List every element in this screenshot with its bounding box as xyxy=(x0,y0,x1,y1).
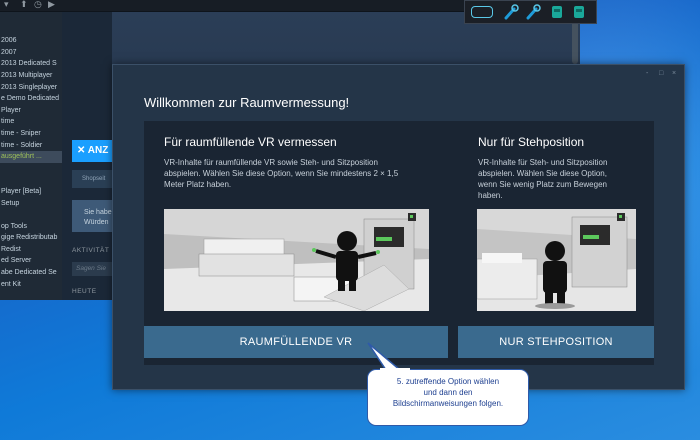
description-line: wenn Sie wenig Platz zum Bewegen xyxy=(478,180,607,189)
dialog-title: Willkommen zur Raumvermessung! xyxy=(144,95,350,110)
game-list-item[interactable]: abe Dedicated Se xyxy=(0,267,62,279)
game-list-item[interactable]: time - Sniper xyxy=(0,128,62,140)
tooltip-line: und dann den xyxy=(423,388,473,397)
play-icon[interactable]: ▶ xyxy=(48,0,55,10)
room-scale-button[interactable]: RAUMFÜLLENDE VR xyxy=(144,326,448,358)
game-list-item[interactable]: ed Server xyxy=(0,255,62,267)
install-button[interactable]: ✕ ANZ xyxy=(72,140,114,162)
minimize-button[interactable]: - xyxy=(646,70,648,77)
room-setup-dialog: - □ × Willkommen zur Raumvermessung! Für… xyxy=(112,64,685,390)
game-list-item-selected[interactable]: ausgeführt ... xyxy=(0,151,62,163)
hint-box: Sie habe Würden xyxy=(72,200,112,232)
game-list-item[interactable]: 2007 xyxy=(0,47,62,59)
game-list-item[interactable]: 2013 Multiplayer xyxy=(0,70,62,82)
room-scale-description: VR-Inhalte für raumfüllende VR sowie Ste… xyxy=(164,157,398,190)
description-line: abspielen. Wählen Sie diese Option, wenn… xyxy=(164,169,399,178)
standing-only-description: VR-Inhalte für Steh- und Sitzposition ab… xyxy=(478,157,607,201)
game-list-item[interactable]: Setup xyxy=(0,198,62,210)
base-station-icon[interactable] xyxy=(573,5,585,19)
game-list-item[interactable]: time - Soldier xyxy=(0,140,62,152)
maximize-button[interactable]: □ xyxy=(659,70,663,77)
controller-right-icon[interactable] xyxy=(525,4,541,20)
game-list-item[interactable]: time xyxy=(0,116,62,128)
hint-line: Würden xyxy=(84,219,109,226)
description-line: Meter Platz haben. xyxy=(164,180,232,189)
room-scale-title: Für raumfüllende VR vermessen xyxy=(164,135,337,149)
steamvr-status-bar xyxy=(464,0,597,24)
game-list-item[interactable]: ent Kit xyxy=(0,279,62,291)
game-list-item xyxy=(0,209,62,221)
room-scale-illustration xyxy=(164,209,429,311)
shop-page-link[interactable]: Shopseit xyxy=(72,170,112,188)
game-list-item xyxy=(0,24,62,36)
hint-line: Sie habe xyxy=(84,209,112,216)
standing-only-button[interactable]: NUR STEHPOSITION xyxy=(458,326,654,358)
game-list-item[interactable]: 2013 Singleplayer xyxy=(0,82,62,94)
steam-game-list: 2006 2007 2013 Dedicated S 2013 Multiplayer… xyxy=(0,12,62,300)
upload-icon[interactable]: ⬆ xyxy=(20,0,28,10)
description-line: abspielen. Wählen Sie diese Option, xyxy=(478,169,607,178)
activity-label: AKTIVITÄT xyxy=(72,247,110,254)
base-station-icon[interactable] xyxy=(551,5,563,19)
instruction-tooltip: 5. zutreffende Option wählen und dann de… xyxy=(367,369,529,426)
game-list-item xyxy=(0,174,62,186)
description-line: VR-Inhalte für raumfüllende VR sowie Ste… xyxy=(164,158,378,167)
game-list-item[interactable]: Player xyxy=(0,105,62,117)
game-list-item xyxy=(0,163,62,175)
game-list-item[interactable]: e Demo Dedicated xyxy=(0,93,62,105)
clock-icon[interactable]: ◷ xyxy=(34,0,42,10)
tooltip-line: 5. zutreffende Option wählen xyxy=(396,377,500,386)
tooltip-pointer-join xyxy=(380,368,410,372)
game-list-item[interactable]: Redist xyxy=(0,244,62,256)
controller-left-icon[interactable] xyxy=(503,4,519,20)
close-button[interactable]: × xyxy=(672,70,676,77)
standing-only-card: Nur für Stehposition VR-Inhalte für Steh… xyxy=(458,121,654,365)
description-line: haben. xyxy=(478,191,503,200)
standing-only-title: Nur für Stehposition xyxy=(478,135,585,149)
hmd-icon[interactable] xyxy=(471,6,493,18)
game-list-item[interactable]: gige Redistributab xyxy=(0,232,62,244)
install-button-label: ANZ xyxy=(87,145,109,156)
tooltip-line: Bildschirmanweisungen folgen. xyxy=(392,399,504,408)
description-line: VR-Inhalte für Steh- und Sitzposition xyxy=(478,158,608,167)
game-list-item[interactable]: 2013 Dedicated S xyxy=(0,58,62,70)
dropdown-icon[interactable]: ▾ xyxy=(4,0,9,10)
standing-illustration xyxy=(477,209,636,311)
game-list-item[interactable]: op Tools xyxy=(0,221,62,233)
activity-input[interactable]: Sagen Sie xyxy=(72,262,112,276)
today-label: HEUTE xyxy=(72,288,97,295)
game-list-item xyxy=(0,12,62,24)
game-list-item[interactable]: Player [Beta] xyxy=(0,186,62,198)
room-scale-card: Für raumfüllende VR vermessen VR-Inhalte… xyxy=(144,121,458,365)
game-list-item[interactable]: 2006 xyxy=(0,35,62,47)
